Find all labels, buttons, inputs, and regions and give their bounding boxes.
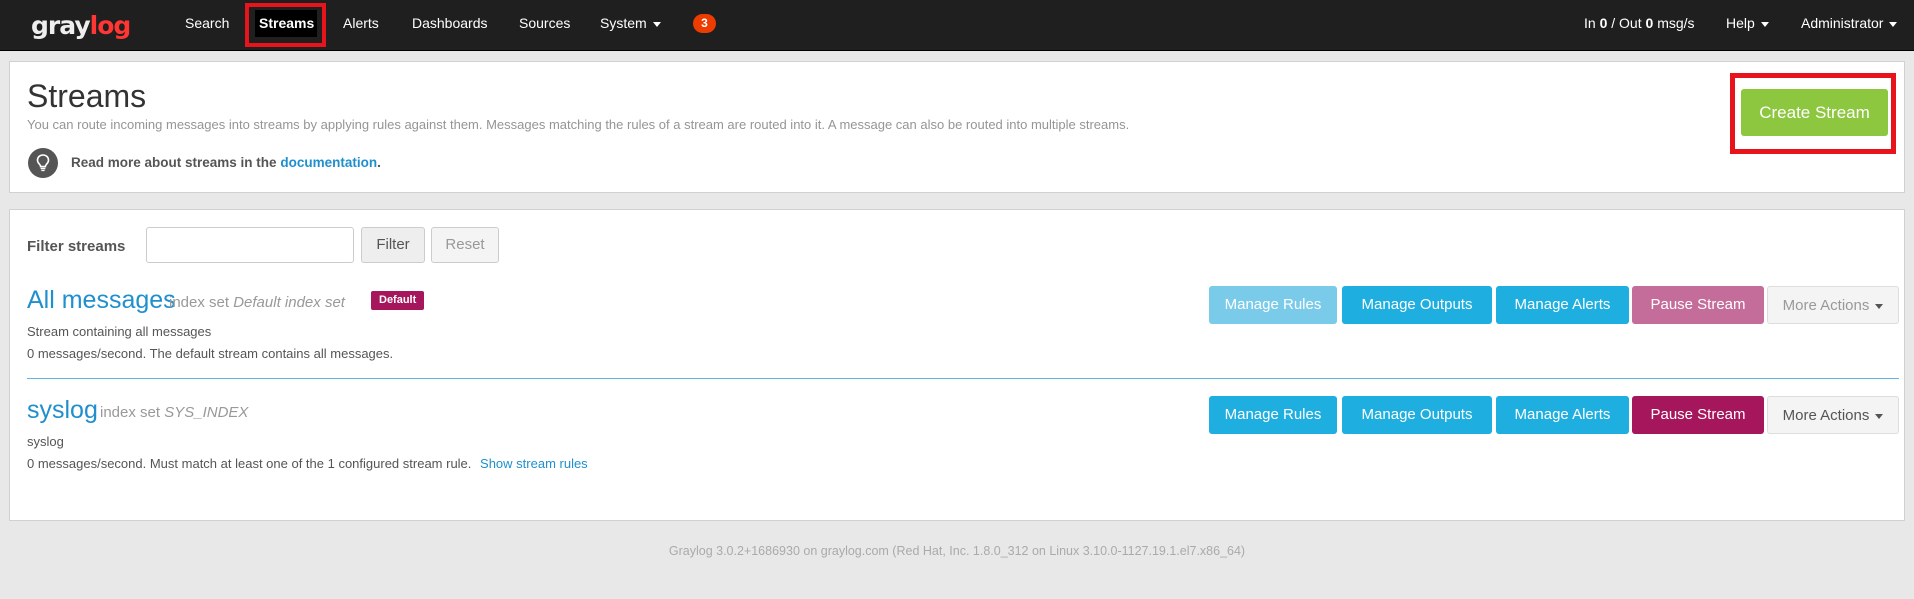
throughput-indicator: In 0 / Out 0 msg/s [1584,15,1695,31]
page-header-panel: Streams You can route incoming messages … [9,61,1905,193]
nav-system-label: System [600,15,647,31]
stream-index-set: index set Default index set [169,294,345,311]
show-stream-rules-link[interactable]: Show stream rules [480,456,588,471]
top-navbar: graylog Search Streams Alerts Dashboards… [0,0,1914,51]
pause-stream-button[interactable]: Pause Stream [1632,396,1764,434]
filter-button[interactable]: Filter [361,227,425,263]
chevron-down-icon [1760,21,1769,27]
more-actions-label: More Actions [1782,407,1870,424]
stream-stats: 0 messages/second. Must match at least o… [27,456,588,471]
stream-title[interactable]: All messages [27,286,176,315]
chevron-down-icon [1875,303,1884,309]
chevron-down-icon [1875,413,1884,419]
filter-streams-input[interactable] [146,227,354,263]
nav-user-menu[interactable]: Administrator [1801,0,1898,50]
filter-label: Filter streams [27,238,126,255]
nav-search[interactable]: Search [185,0,229,50]
stream-index-set: index set SYS_INDEX [100,404,249,421]
more-actions-label: More Actions [1782,297,1870,314]
page-description: You can route incoming messages into str… [27,117,1130,132]
manage-alerts-button[interactable]: Manage Alerts [1496,286,1629,324]
nav-alerts[interactable]: Alerts [343,0,379,50]
notification-badge[interactable]: 3 [693,14,716,33]
stream-stats: 0 messages/second. The default stream co… [27,346,394,361]
nav-help[interactable]: Help [1726,0,1769,50]
manage-outputs-button[interactable]: Manage Outputs [1342,396,1492,434]
documentation-hint: Read more about streams in the documenta… [71,155,381,170]
create-stream-button[interactable]: Create Stream [1741,89,1888,136]
graylog-logo[interactable]: graylog [31,9,131,41]
manage-rules-button[interactable]: Manage Rules [1209,286,1337,324]
page-title: Streams [27,78,147,114]
page-footer: Graylog 3.0.2+1686930 on graylog.com (Re… [668,544,1246,558]
default-badge: Default [371,291,425,310]
more-actions-button[interactable]: More Actions [1767,396,1899,434]
reset-button[interactable]: Reset [431,227,499,263]
stream-description: syslog [27,434,64,449]
stream-title[interactable]: syslog [27,396,98,425]
streams-list-panel: Filter streams Filter Reset All messages… [9,209,1905,521]
manage-alerts-button[interactable]: Manage Alerts [1496,396,1629,434]
pause-stream-button[interactable]: Pause Stream [1632,286,1764,324]
lightbulb-icon [28,148,58,178]
manage-outputs-button[interactable]: Manage Outputs [1342,286,1492,324]
stream-description: Stream containing all messages [27,324,212,339]
nav-user-label: Administrator [1801,15,1884,31]
chevron-down-icon [1889,21,1898,27]
nav-system[interactable]: System [600,0,661,50]
nav-sources[interactable]: Sources [519,0,570,50]
documentation-link[interactable]: documentation [280,155,377,170]
logo-text: graylog [31,10,131,40]
manage-rules-button[interactable]: Manage Rules [1209,396,1337,434]
more-actions-button[interactable]: More Actions [1767,286,1899,324]
chevron-down-icon [652,21,661,27]
nav-help-label: Help [1726,15,1755,31]
nav-streams[interactable]: Streams [259,0,314,50]
nav-dashboards[interactable]: Dashboards [412,0,488,50]
stream-divider [27,378,1899,379]
